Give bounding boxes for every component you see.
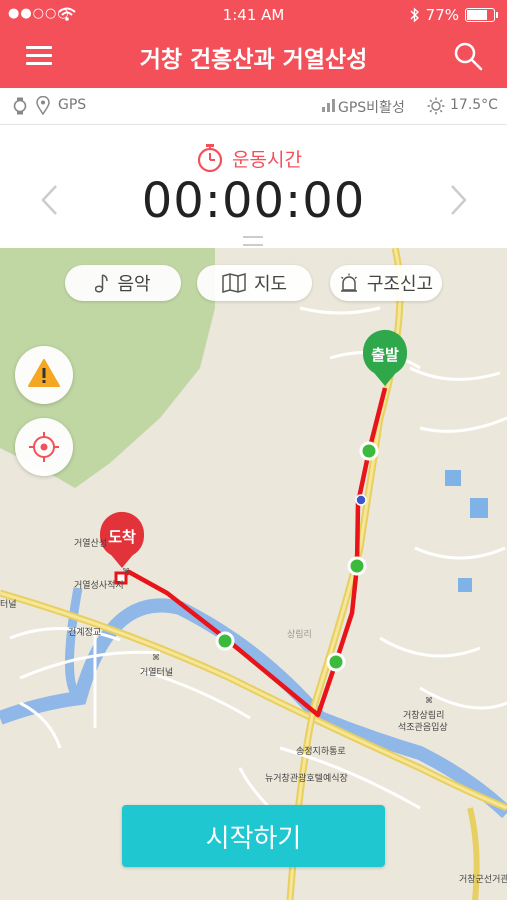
warning-icon bbox=[28, 359, 60, 387]
drag-handle[interactable] bbox=[243, 236, 263, 246]
map-icon bbox=[222, 273, 246, 293]
battery-percent: 77% bbox=[425, 6, 459, 24]
map-label: 거창군선거관 bbox=[459, 875, 507, 885]
menu-line bbox=[26, 46, 52, 49]
route-map[interactable]: ⌘ ⌘ ⌘ bbox=[0, 248, 507, 900]
music-button[interactable]: 음악 bbox=[65, 265, 181, 301]
location-icon bbox=[36, 96, 50, 115]
info-bar: GPS GPS비활성 17.5°C bbox=[0, 88, 507, 125]
map-label: 송정지하통로 bbox=[296, 747, 346, 757]
stopwatch-icon bbox=[197, 144, 223, 173]
map-label: 석조관음입상 bbox=[398, 723, 448, 733]
rescue-button[interactable]: 구조신고 bbox=[330, 265, 442, 301]
status-right: 77% bbox=[410, 6, 498, 24]
end-marker-label: 도착 bbox=[108, 528, 136, 546]
chevron-right-icon[interactable] bbox=[446, 183, 470, 217]
signal-bars-icon bbox=[322, 99, 335, 112]
start-button[interactable]: 시작하기 bbox=[122, 805, 385, 867]
map-label: 지도 bbox=[253, 274, 288, 295]
map-label: 터널 bbox=[0, 600, 17, 610]
menu-line bbox=[26, 54, 52, 57]
map-label: 상림리 bbox=[287, 630, 312, 640]
search-icon[interactable] bbox=[452, 40, 484, 72]
music-note-icon bbox=[95, 274, 109, 293]
bluetooth-icon bbox=[410, 7, 419, 23]
map-button[interactable]: 지도 bbox=[197, 265, 312, 301]
map-label: 뉴거창관광호텔예식장 bbox=[265, 774, 348, 784]
svg-text:⌘: ⌘ bbox=[425, 696, 433, 705]
status-bar: ●●○○○ 1:41 AM 77% bbox=[0, 0, 507, 30]
timer-value: 00:00:00 bbox=[141, 173, 366, 229]
watch-icon bbox=[13, 97, 27, 115]
sun-icon bbox=[427, 97, 445, 115]
svg-text:⌘: ⌘ bbox=[152, 653, 160, 662]
warning-button[interactable] bbox=[15, 346, 73, 404]
siren-icon bbox=[340, 273, 357, 292]
svg-text:⌘: ⌘ bbox=[122, 567, 130, 576]
battery-fill bbox=[467, 10, 487, 20]
gps-status: GPS비활성 bbox=[338, 100, 405, 116]
map-label: 거열터널 bbox=[140, 668, 174, 678]
crosshair-icon bbox=[29, 432, 59, 462]
gps-label: GPS bbox=[58, 97, 87, 113]
menu-button[interactable] bbox=[26, 46, 52, 66]
map-label: 건계정교 bbox=[68, 628, 102, 638]
timer-panel: 운동시간 00:00:00 bbox=[0, 125, 507, 248]
locate-button[interactable] bbox=[15, 418, 73, 476]
app-header: ●●○○○ 1:41 AM 77% 거창 건흥산과 거열산성 bbox=[0, 0, 507, 88]
music-label: 음악 bbox=[117, 274, 151, 295]
page-title: 거창 건흥산과 거열산성 bbox=[139, 47, 368, 73]
map-label: 거열성사적지 bbox=[74, 581, 124, 591]
temperature: 17.5°C bbox=[450, 97, 498, 113]
battery-icon bbox=[465, 8, 498, 22]
chevron-left-icon[interactable] bbox=[38, 183, 62, 217]
rescue-label: 구조신고 bbox=[366, 274, 434, 295]
start-marker-label: 출발 bbox=[371, 346, 399, 364]
menu-line bbox=[26, 62, 52, 65]
timer-label: 운동시간 bbox=[232, 149, 302, 171]
